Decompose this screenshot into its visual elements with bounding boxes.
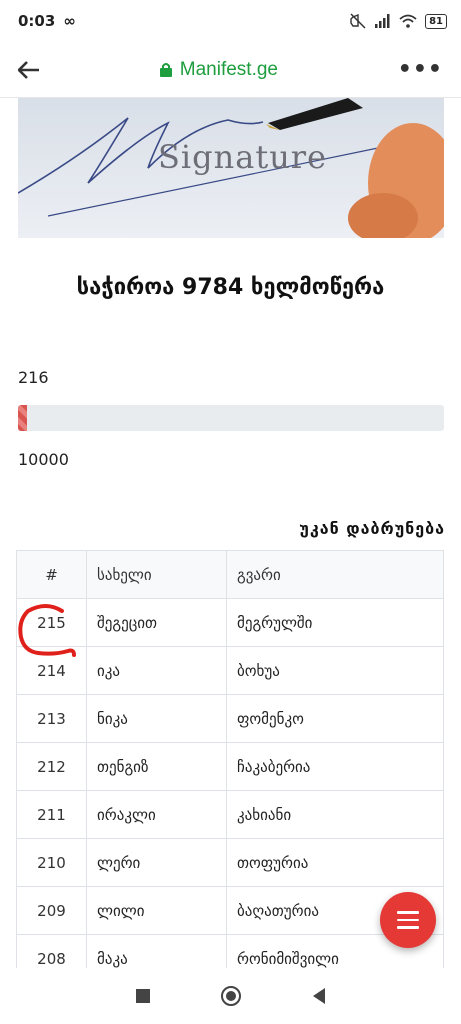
row-surname: კახიანი: [226, 790, 444, 839]
row-number: 212: [16, 742, 87, 791]
status-right: 81: [349, 13, 447, 29]
wifi-icon: [399, 14, 417, 28]
table-header-row: # სახელი გვარი: [16, 550, 444, 599]
row-surname: თოფურია: [226, 838, 444, 887]
row-surname: მეგრულში: [226, 598, 444, 647]
back-nav-icon[interactable]: [313, 988, 326, 1004]
row-number: 209: [16, 886, 87, 935]
progress-fill: [18, 405, 28, 431]
row-name: ლილი: [86, 886, 227, 935]
menu-line-icon: [397, 918, 419, 922]
row-surname: ფომენკო: [226, 694, 444, 743]
home-icon[interactable]: [221, 986, 242, 1006]
row-number: 211: [16, 790, 87, 839]
url-text: Manifest.ge: [179, 58, 279, 80]
table-row: 215 შეგეცით მეგრულში: [16, 598, 444, 647]
status-bar: 0:03 ∞ 81: [0, 0, 461, 42]
row-number: 215: [16, 598, 87, 647]
signed-count: 216: [18, 368, 49, 387]
row-surname: ჩაკაბერია: [226, 742, 444, 791]
table-row: 210 ლერი თოფურია: [16, 838, 444, 887]
table-row: 209 ლილი ბაღათურია: [16, 886, 444, 935]
header-number: #: [16, 550, 87, 599]
status-left: 0:03 ∞: [18, 12, 76, 30]
mute-icon: [350, 13, 366, 29]
row-number: 213: [16, 694, 87, 743]
hero-image: Signature: [18, 98, 444, 238]
progress-bar: [18, 405, 444, 431]
header-surname: გვარი: [226, 550, 444, 599]
table-row: 214 იკა ბოხუა: [16, 646, 444, 695]
system-nav-bar: [0, 968, 461, 1024]
back-arrow-icon[interactable]: [18, 60, 40, 79]
row-surname: ბოხუა: [226, 646, 444, 695]
lock-icon: [159, 63, 172, 77]
table-row: 213 ნიკა ფომენკო: [16, 694, 444, 743]
row-number: 210: [16, 838, 87, 887]
address-bar[interactable]: Manifest.ge: [159, 58, 279, 81]
signal-icon: [375, 14, 390, 28]
row-number: 214: [16, 646, 87, 695]
row-name: ლერი: [86, 838, 227, 887]
battery-indicator: 81: [425, 13, 447, 29]
row-name: ნიკა: [86, 694, 227, 743]
recents-icon[interactable]: [135, 989, 150, 1003]
table-row: 212 თენგიზ ჩაკაბერია: [16, 742, 444, 791]
goal-count: 10000: [18, 450, 69, 469]
more-options-icon[interactable]: •••: [398, 57, 443, 82]
row-name: შეგეცით: [86, 598, 227, 647]
row-name: იკა: [86, 646, 227, 695]
menu-line-icon: [397, 911, 419, 914]
menu-line-icon: [397, 926, 419, 929]
row-name: ირაკლი: [86, 790, 227, 839]
row-name: თენგიზ: [86, 742, 227, 791]
hero-word: Signature: [158, 138, 328, 176]
header-name: სახელი: [86, 550, 227, 599]
browser-toolbar: Manifest.ge •••: [0, 42, 461, 98]
menu-fab-button[interactable]: [380, 892, 436, 948]
clock: 0:03: [18, 12, 56, 30]
link-icon: ∞: [63, 12, 76, 30]
back-link[interactable]: უკან დაბრუნება: [299, 519, 445, 538]
page-title: საჭიროა 9784 ხელმოწერა: [76, 275, 385, 300]
table-row: 211 ირაკლი კახიანი: [16, 790, 444, 839]
